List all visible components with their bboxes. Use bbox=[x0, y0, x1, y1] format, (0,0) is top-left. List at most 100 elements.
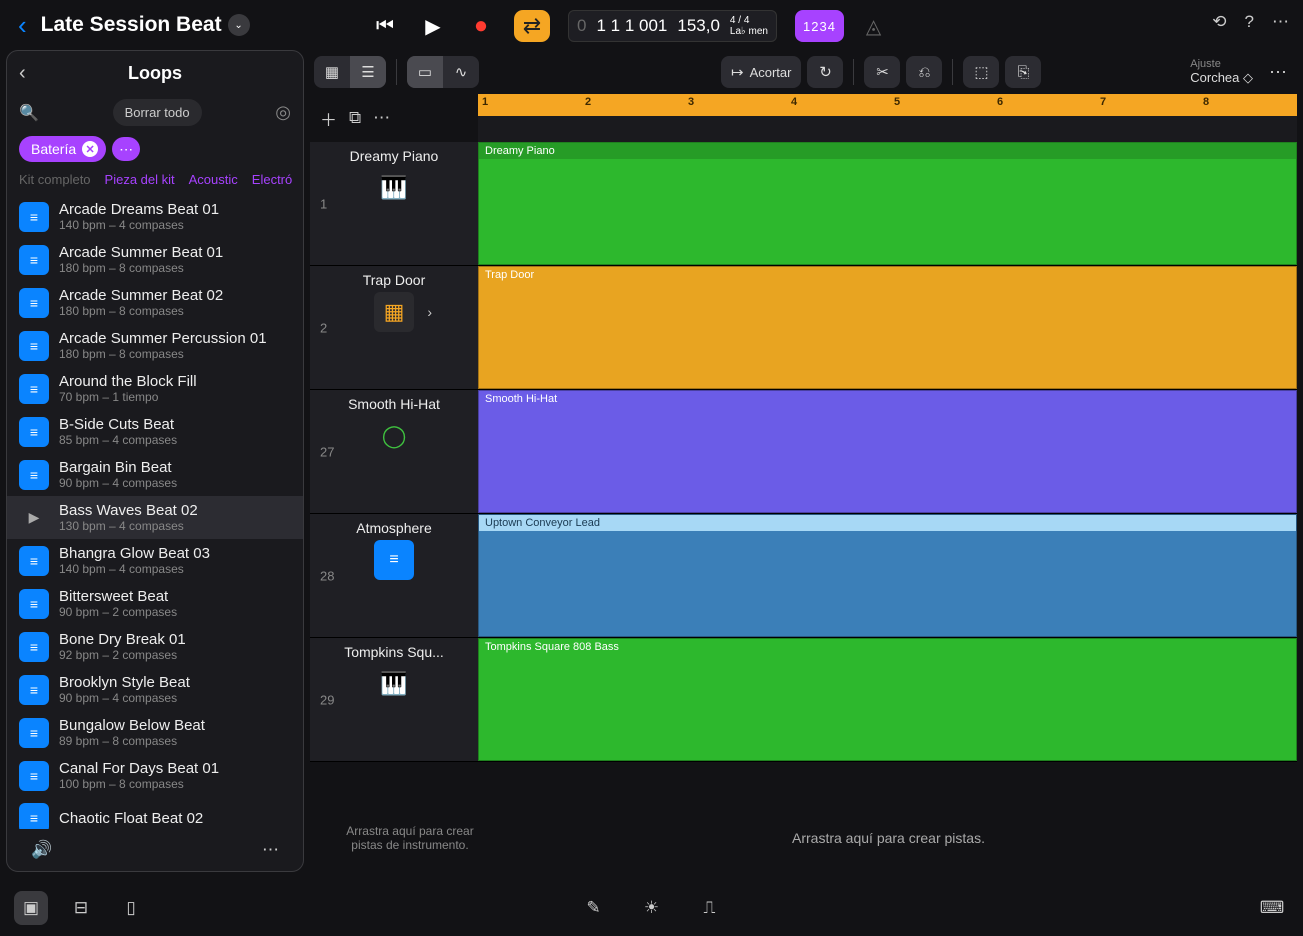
mixer-toggle-button[interactable]: ⊟ bbox=[64, 891, 98, 925]
filter-kit-completo[interactable]: Kit completo bbox=[19, 172, 91, 187]
loop-play-icon[interactable]: ≡ bbox=[19, 546, 49, 576]
duplicate-track-button[interactable]: ⧉ bbox=[349, 108, 361, 128]
track-instrument-icon[interactable]: 🎹 bbox=[374, 664, 414, 704]
tag-more-button[interactable]: ⋯ bbox=[112, 137, 140, 161]
loop-item[interactable]: ≡ Bittersweet Beat 90 bpm – 2 compases bbox=[7, 582, 303, 625]
loop-item[interactable]: ▶ Bass Waves Beat 02 130 bpm – 4 compase… bbox=[7, 496, 303, 539]
scissors-tool-button[interactable]: ✂ bbox=[864, 56, 900, 88]
clear-all-button[interactable]: Borrar todo bbox=[113, 99, 202, 126]
loop-item[interactable]: ≡ Arcade Summer Beat 02 180 bpm – 8 comp… bbox=[7, 281, 303, 324]
loop-item[interactable]: ≡ Bargain Bin Beat 90 bpm – 4 compases bbox=[7, 453, 303, 496]
region-view-button[interactable]: ▭ bbox=[407, 56, 443, 88]
track-lane[interactable]: Tompkins Square 808 Bass bbox=[478, 638, 1297, 761]
loop-item[interactable]: ≡ Arcade Summer Percussion 01 180 bpm – … bbox=[7, 324, 303, 367]
loop-play-icon[interactable]: ≡ bbox=[19, 331, 49, 361]
track-row[interactable]: 29 Tompkins Squ... 🎹 Tompkins Square 808… bbox=[310, 638, 1297, 762]
track-row[interactable]: 27 Smooth Hi-Hat ◯ Smooth Hi-Hat bbox=[310, 390, 1297, 514]
track-instrument-icon[interactable]: ▦› bbox=[374, 292, 414, 332]
loop-item[interactable]: ≡ Bungalow Below Beat 89 bpm – 8 compase… bbox=[7, 711, 303, 754]
loop-play-icon[interactable]: ≡ bbox=[19, 718, 49, 748]
remove-tag-icon[interactable]: ✕ bbox=[82, 141, 98, 157]
region[interactable]: Dreamy Piano bbox=[478, 142, 1297, 265]
loop-item[interactable]: ≡ Bone Dry Break 01 92 bpm – 2 compases bbox=[7, 625, 303, 668]
count-in-button[interactable]: 1234 bbox=[795, 10, 844, 42]
grid-view-button[interactable]: ▦ bbox=[314, 56, 350, 88]
loops-more-icon[interactable]: ⋯ bbox=[262, 840, 279, 860]
loop-play-icon[interactable]: ▶ bbox=[19, 503, 49, 533]
loop-play-icon[interactable]: ≡ bbox=[19, 245, 49, 275]
split-tool-button[interactable]: ⎌ bbox=[906, 56, 942, 88]
loop-play-icon[interactable]: ≡ bbox=[19, 288, 49, 318]
filter-tabs[interactable]: Kit completo Pieza del kit Acoustic Elec… bbox=[7, 172, 303, 195]
settings-tool-button[interactable]: ☀ bbox=[635, 891, 669, 925]
region[interactable]: Tompkins Square 808 Bass bbox=[478, 638, 1297, 761]
back-button[interactable]: ‹ bbox=[12, 10, 33, 41]
metronome-button[interactable]: ◬ bbox=[862, 14, 885, 39]
loop-item[interactable]: ≡ Arcade Dreams Beat 01 140 bpm – 4 comp… bbox=[7, 195, 303, 238]
tracks-menu-button[interactable]: ⋯ bbox=[1263, 62, 1293, 83]
add-track-button[interactable]: ＋ bbox=[320, 106, 337, 131]
track-header[interactable]: 29 Tompkins Squ... 🎹 bbox=[310, 638, 478, 761]
loop-list[interactable]: ≡ Arcade Dreams Beat 01 140 bpm – 4 comp… bbox=[7, 195, 303, 829]
loop-item[interactable]: ≡ Around the Block Fill 70 bpm – 1 tiemp… bbox=[7, 367, 303, 410]
loop-item[interactable]: ≡ Chaotic Float Beat 02 bbox=[7, 797, 303, 829]
filter-electro[interactable]: Electró bbox=[252, 172, 292, 187]
sound-packs-icon[interactable]: ◎ bbox=[275, 102, 291, 123]
snap-setting[interactable]: Ajuste Corchea ◇ bbox=[1190, 58, 1257, 86]
loop-item[interactable]: ≡ B-Side Cuts Beat 85 bpm – 4 compases bbox=[7, 410, 303, 453]
loop-play-icon[interactable]: ≡ bbox=[19, 460, 49, 490]
track-header[interactable]: 27 Smooth Hi-Hat ◯ bbox=[310, 390, 478, 513]
track-row[interactable]: 28 Atmosphere ≡ Uptown Conveyor Lead bbox=[310, 514, 1297, 638]
chevron-right-icon[interactable]: › bbox=[427, 304, 432, 320]
loop-item[interactable]: ≡ Bhangra Glow Beat 03 140 bpm – 4 compa… bbox=[7, 539, 303, 582]
automation-view-button[interactable]: ∿ bbox=[443, 56, 479, 88]
more-menu-button[interactable]: ⋯ bbox=[1272, 12, 1289, 32]
track-lane[interactable]: Trap Door bbox=[478, 266, 1297, 389]
track-header[interactable]: 28 Atmosphere ≡ bbox=[310, 514, 478, 637]
track-instrument-icon[interactable]: ◯ bbox=[374, 416, 414, 456]
sampler-toggle-button[interactable]: ▯ bbox=[114, 891, 148, 925]
track-instrument-icon[interactable]: 🎹 bbox=[374, 168, 414, 208]
browser-toggle-button[interactable]: ▣ bbox=[14, 891, 48, 925]
eq-tool-button[interactable]: ⎍ bbox=[693, 891, 727, 925]
play-button[interactable]: ▶ bbox=[418, 11, 448, 41]
region[interactable]: Trap Door bbox=[478, 266, 1297, 389]
search-icon[interactable]: 🔍 bbox=[19, 103, 39, 123]
project-dropdown-icon[interactable]: ⌄ bbox=[228, 14, 250, 36]
track-header[interactable]: 1 Dreamy Piano 🎹 bbox=[310, 142, 478, 265]
loop-item[interactable]: ≡ Brooklyn Style Beat 90 bpm – 4 compase… bbox=[7, 668, 303, 711]
marquee-tool-button[interactable]: ⬚ bbox=[963, 56, 999, 88]
track-instrument-icon[interactable]: ≡ bbox=[374, 540, 414, 580]
loop-play-icon[interactable]: ≡ bbox=[19, 803, 49, 829]
undo-button[interactable]: ⟲ bbox=[1212, 12, 1226, 32]
timeline-ruler[interactable]: 12345678 bbox=[478, 94, 1297, 142]
help-button[interactable]: ? bbox=[1245, 12, 1254, 32]
loop-item[interactable]: ≡ Arcade Summer Beat 01 180 bpm – 8 comp… bbox=[7, 238, 303, 281]
loops-back-button[interactable]: ‹ bbox=[19, 62, 26, 85]
record-button[interactable]: ● bbox=[466, 11, 496, 41]
volume-icon[interactable]: 🔊 bbox=[31, 840, 52, 860]
loop-play-icon[interactable]: ≡ bbox=[19, 632, 49, 662]
filter-tag-bateria[interactable]: Batería ✕ bbox=[19, 136, 106, 162]
track-row[interactable]: 2 Trap Door ▦› Trap Door bbox=[310, 266, 1297, 390]
go-to-start-button[interactable]: ⏮ bbox=[370, 11, 400, 41]
loop-tool-button[interactable]: ↻ bbox=[807, 56, 843, 88]
lcd-display[interactable]: 0 1 1 1 001 153,0 4 / 4La♭ men bbox=[568, 10, 777, 42]
track-lane[interactable]: Uptown Conveyor Lead bbox=[478, 514, 1297, 637]
region[interactable]: Uptown Conveyor Lead bbox=[478, 514, 1297, 637]
loop-play-icon[interactable]: ≡ bbox=[19, 761, 49, 791]
region[interactable]: Smooth Hi-Hat bbox=[478, 390, 1297, 513]
loop-play-icon[interactable]: ≡ bbox=[19, 417, 49, 447]
filter-pieza-del-kit[interactable]: Pieza del kit bbox=[105, 172, 175, 187]
cycle-button[interactable]: ⇄ bbox=[514, 10, 550, 42]
filter-acoustic[interactable]: Acoustic bbox=[189, 172, 238, 187]
list-view-button[interactable]: ☰ bbox=[350, 56, 386, 88]
loop-play-icon[interactable]: ≡ bbox=[19, 589, 49, 619]
loop-play-icon[interactable]: ≡ bbox=[19, 675, 49, 705]
track-lane[interactable]: Dreamy Piano bbox=[478, 142, 1297, 265]
track-header-menu[interactable]: ⋯ bbox=[373, 108, 390, 128]
track-lane[interactable]: Smooth Hi-Hat bbox=[478, 390, 1297, 513]
edit-tool-button[interactable]: ✎ bbox=[577, 891, 611, 925]
loop-play-icon[interactable]: ≡ bbox=[19, 374, 49, 404]
loop-play-icon[interactable]: ≡ bbox=[19, 202, 49, 232]
